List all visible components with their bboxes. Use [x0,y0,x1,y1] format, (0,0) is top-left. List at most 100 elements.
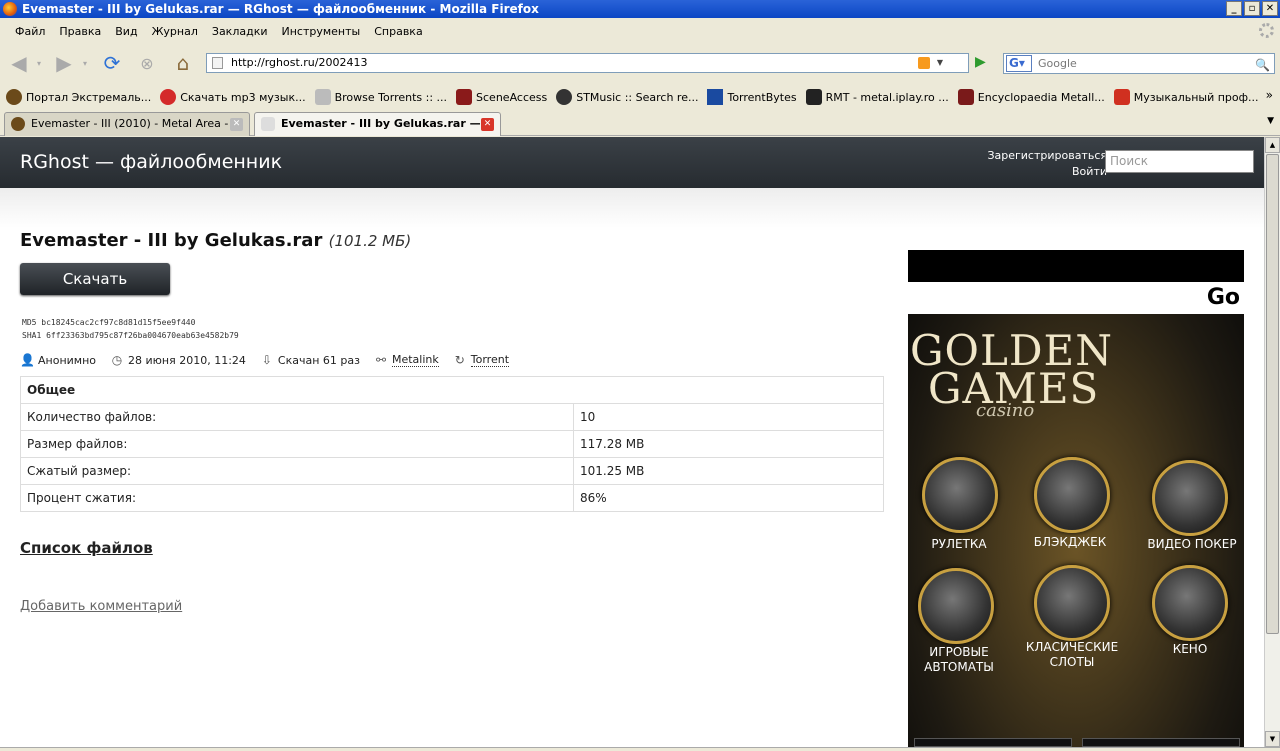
moon-icon [6,89,22,105]
menu-view[interactable]: Вид [108,25,144,38]
os-icon [1113,89,1130,105]
tab-metal-area[interactable]: Evemaster - III (2010) - Metal Area - ..… [4,112,250,136]
file-title: Evemaster - III by Gelukas.rar (101.2 МБ… [20,230,411,251]
sha1-hash: SHA1 6ff23363bd795c87f26ba004670eab63e45… [22,331,239,340]
bookmark-item[interactable]: Музыкальный проф... [1113,89,1259,105]
back-history-dropdown[interactable]: ▾ [33,50,45,76]
close-tab-icon[interactable]: ✕ [230,118,243,131]
vertical-scrollbar[interactable]: ▲ ▼ [1264,137,1280,747]
menu-history[interactable]: Журнал [145,25,205,38]
video-poker-icon[interactable] [1152,460,1228,536]
metal-icon [957,89,974,105]
file-info-table: Общее Количество файлов: 10 Размер файлов… [20,376,884,512]
menu-bookmarks[interactable]: Закладки [205,25,275,38]
roulette-icon[interactable] [922,457,998,533]
url-text: http://rghost.ru/2002413 [231,56,368,69]
register-link[interactable]: Зарегистрироваться [987,148,1107,164]
download-button[interactable]: Скачать [20,263,170,295]
maximize-button[interactable]: ▫ [1244,1,1260,16]
site-search-input[interactable]: Поиск [1105,150,1254,173]
search-engine-box[interactable]: G▾ Google 🔍 [1003,53,1275,74]
minimize-button[interactable]: _ [1226,1,1242,16]
download-count-icon: ⇩ [261,353,272,367]
bookmark-item[interactable]: Encyclopaedia Metall... [957,89,1105,105]
throbber-icon [1259,23,1274,38]
firefox-icon [3,2,17,16]
scrollbar-thumb[interactable] [1266,154,1279,634]
guitar-icon [805,89,822,105]
file-list-link[interactable]: Список файлов [20,539,153,557]
table-row: Процент сжатия: 86% [20,484,884,512]
search-placeholder: Google [1038,57,1077,70]
game-label: КЕНО [1172,642,1208,656]
casino-ad-banner[interactable]: Go GOLDEN GAMES casino РУЛЕТКА БЛЭКДЖЕК … [908,250,1244,747]
ad-brand-sub: casino [976,400,1035,421]
menu-tools[interactable]: Инструменты [275,25,368,38]
bookmarks-overflow-icon[interactable]: » [1266,88,1273,102]
url-bar[interactable]: http://rghost.ru/2002413 ▼ [206,53,969,73]
tab-bar: Evemaster - III (2010) - Metal Area - ..… [0,110,1280,136]
menu-file[interactable]: Файл [8,25,52,38]
ad-brand: GOLDEN GAMES [910,326,1113,413]
tab-rghost[interactable]: Evemaster - III by Gelukas.rar —... ✕ [254,112,501,136]
close-window-button[interactable]: ✕ [1262,1,1278,16]
file-meta: 👤 Анонимно ◷ 28 июня 2010, 11:24 ⇩ Скачан 6… [20,353,523,367]
download-count: Скачан 61 раз [277,353,360,367]
all-tabs-dropdown-icon[interactable]: ▼ [1267,116,1274,126]
game-label: РУЛЕТКА [931,537,987,551]
forward-button[interactable]: ▶ [51,50,77,76]
bookmark-item[interactable]: STMusic :: Search re... [556,89,698,105]
window-title-bar: Evemaster - III by Gelukas.rar — RGhost … [0,0,1280,18]
bookmark-item[interactable]: Портал Экстремаль... [6,89,151,105]
bookmarks-toolbar: Портал Экстремаль... Скачать mp3 музык..… [0,85,1280,109]
blackjack-icon[interactable] [1034,457,1110,533]
bookmark-item[interactable]: TorrentBytes [707,89,797,105]
table-row: Количество файлов: 10 [20,403,884,431]
menu-help[interactable]: Справка [367,25,429,38]
reload-button[interactable]: ⟳ [99,50,125,76]
login-link[interactable]: Войти [987,164,1107,180]
page-viewport: RGhost — файлообменник Зарегистрироватьс… [0,137,1264,747]
scroll-up-icon[interactable]: ▲ [1265,137,1280,153]
scene-icon [456,89,473,105]
url-dropdown-icon[interactable]: ▼ [932,54,948,72]
go-icon[interactable]: ▶ [975,54,991,70]
metalink-link[interactable]: Metalink [391,353,439,367]
page-icon [314,89,331,105]
grid-icon [707,89,724,105]
torrent-icon: ↻ [454,353,465,367]
google-icon[interactable]: G▾ [1006,55,1032,72]
home-button[interactable]: ⌂ [170,50,196,76]
ad-strip: Go [908,282,1244,314]
classic-slots-icon[interactable] [1034,565,1110,641]
close-tab-icon[interactable]: ✕ [481,118,494,131]
rss-icon[interactable] [918,57,930,69]
add-comment-link[interactable]: Добавить комментарий [20,599,182,614]
menu-bar: Файл Правка Вид Журнал Закладки Инструме… [0,20,1280,42]
file-size: (101.2 МБ) [328,232,412,250]
clock-icon: ◷ [111,353,123,367]
page-icon [212,57,223,69]
ghost-icon [261,117,275,131]
menu-edit[interactable]: Правка [52,25,108,38]
search-icon[interactable]: 🔍 [1255,56,1271,72]
back-button[interactable]: ◀ [6,50,32,76]
game-label: БЛЭКДЖЕК [1033,535,1107,549]
forward-history-dropdown[interactable]: ▾ [79,50,91,76]
torrent-link[interactable]: Torrent [470,353,510,367]
slot-machines-icon[interactable] [918,568,994,644]
game-label: ВИДЕО ПОКЕР [1147,537,1237,551]
bookmark-item[interactable]: RMT - metal.iplay.ro ... [805,89,949,105]
table-row: Сжатый размер: 101.25 MB [20,457,884,485]
keno-icon[interactable] [1152,565,1228,641]
bookmark-item[interactable]: Скачать mp3 музык... [160,89,306,105]
flower-icon [160,89,177,105]
bookmark-item[interactable]: Browse Torrents :: ... [314,89,447,105]
stop-button[interactable]: ⊗ [134,50,160,76]
game-label: КЛАСИЧЕСКИЕ СЛОТЫ [1025,640,1119,669]
scroll-down-icon[interactable]: ▼ [1265,731,1280,747]
bookmark-item[interactable]: SceneAccess [456,89,547,105]
file-name: Evemaster - III by Gelukas.rar [20,230,323,251]
user-icon: 👤 [20,353,35,367]
site-logo[interactable]: RGhost — файлообменник [20,151,282,173]
